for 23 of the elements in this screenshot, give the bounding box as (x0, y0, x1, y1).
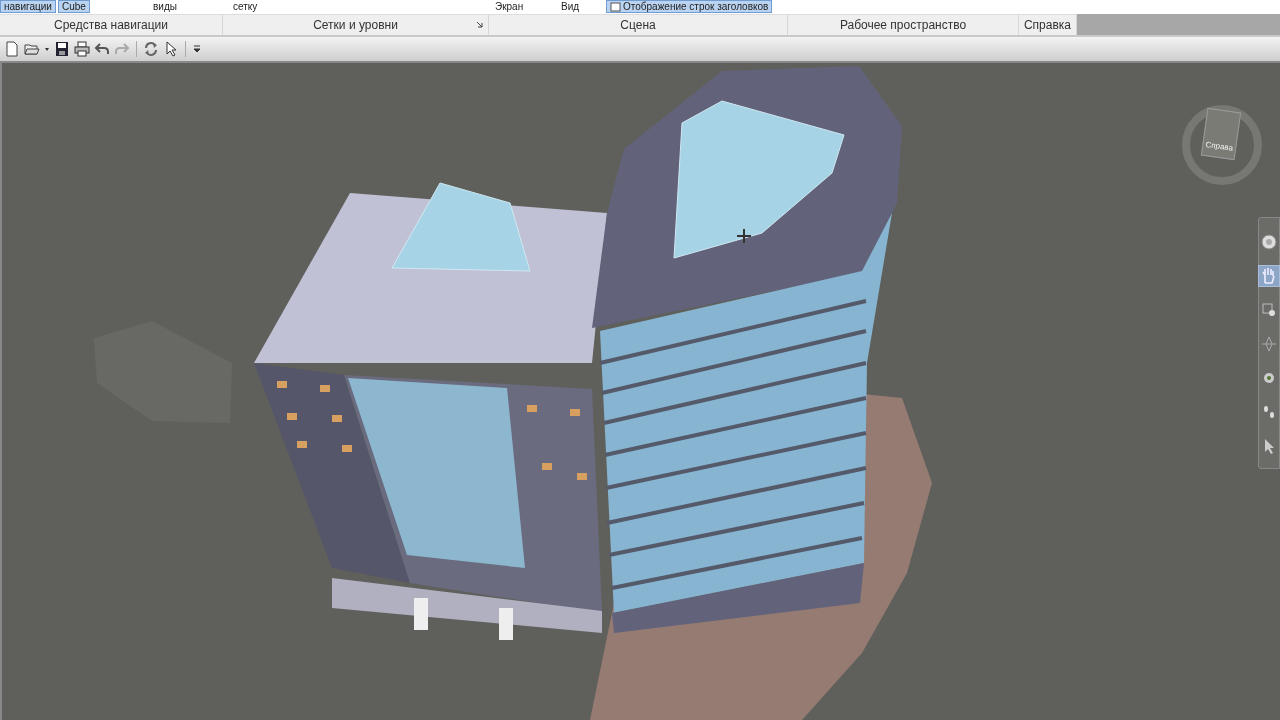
ribbon-button[interactable]: виды (150, 0, 180, 13)
panel-title: Справка (1023, 18, 1072, 32)
ribbon-button[interactable]: навигации (0, 0, 56, 13)
print-icon[interactable] (74, 40, 90, 57)
undo-icon[interactable] (94, 40, 110, 57)
viewcube[interactable]: Справа (1182, 105, 1262, 185)
ribbon-button[interactable]: Вид (558, 0, 583, 13)
refresh-icon[interactable] (143, 40, 159, 57)
panel-title: Сцена (620, 18, 656, 32)
ribbon-button[interactable]: Отображение строк заголовков (606, 0, 773, 13)
save-icon[interactable] (54, 40, 70, 57)
ribbon-button[interactable]: Экран (492, 0, 527, 13)
panel-title: Сетки и уровни (313, 18, 398, 32)
panel-launcher-icon[interactable] (476, 21, 484, 29)
ribbon-button[interactable]: Cube (58, 0, 90, 13)
steering-wheel-tool-icon[interactable] (1259, 232, 1279, 252)
ribbon-button[interactable]: сетку (230, 0, 261, 13)
panel-title: Средства навигации (54, 18, 168, 32)
panel-title: Рабочее пространство (839, 18, 967, 32)
cursor-icon[interactable] (163, 40, 179, 57)
cube-face-label: Справа (1204, 140, 1234, 153)
move-cursor-icon (736, 228, 752, 244)
new-file-icon[interactable] (4, 40, 20, 57)
